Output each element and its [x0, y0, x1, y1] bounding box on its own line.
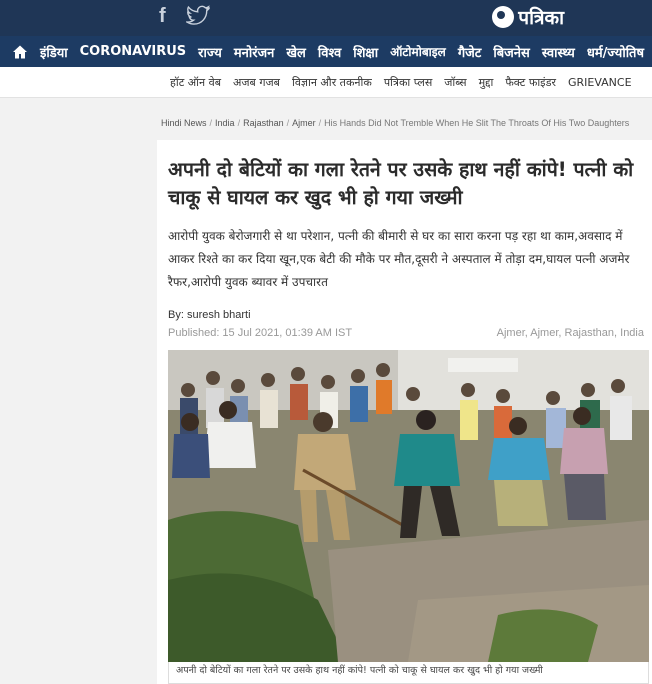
crowd-photo-illustration [168, 350, 649, 662]
patrika-logo[interactable]: पत्रिका [492, 5, 564, 29]
subnav-item-jobs[interactable]: जॉब्स [444, 75, 466, 90]
nav-item-entertainment[interactable]: मनोरंजन [234, 43, 275, 61]
subnav-item-hot-on-web[interactable]: हॉट ऑन वेब [170, 75, 221, 90]
top-bar: f पत्रिका [0, 0, 652, 36]
article-photo [168, 350, 649, 662]
nav-item-business[interactable]: बिजनेस [493, 43, 529, 61]
author-byline[interactable]: By: suresh bharti [168, 309, 251, 321]
nav-item-education[interactable]: शिक्षा [353, 43, 378, 61]
article-title: अपनी दो बेटियों का गला रेतने पर उसके हाथ… [168, 158, 634, 209]
nav-item-states[interactable]: राज्य [198, 43, 222, 61]
main-nav: इंडिया CORONAVIRUS राज्य मनोरंजन खेल विश… [0, 36, 652, 67]
nav-item-india[interactable]: इंडिया [40, 43, 68, 61]
subnav-item-patrika-plus[interactable]: पत्रिका प्लस [384, 75, 432, 90]
logo-mark-icon [492, 6, 515, 28]
article-location: Ajmer, Ajmer, Rajasthan, India [496, 327, 644, 339]
subnav-item-grievance[interactable]: GRIEVANCE [568, 76, 632, 89]
nav-item-religion[interactable]: धर्म/ज्योतिष [587, 43, 644, 61]
nav-item-health[interactable]: स्वास्थ्य [542, 43, 575, 61]
breadcrumb-current: His Hands Did Not Tremble When He Slit T… [324, 118, 630, 128]
subnav-item-science-tech[interactable]: विज्ञान और तकनीक [292, 75, 372, 90]
photo-caption: अपनी दो बेटियों का गला रेतने पर उसके हाथ… [168, 662, 649, 684]
sub-nav: हॉट ऑन वेब अजब गजब विज्ञान और तकनीक पत्र… [0, 67, 652, 98]
published-date: Published: 15 Jul 2021, 01:39 AM IST [168, 327, 353, 339]
nav-item-gadget[interactable]: गैजेट [458, 43, 482, 61]
nav-item-automobile[interactable]: ऑटोमोबाइल [390, 43, 446, 60]
breadcrumb-item-ajmer[interactable]: Ajmer [292, 118, 316, 128]
subnav-item-ajab-gajab[interactable]: अजब गजब [233, 75, 280, 90]
breadcrumb: Hindi News / India / Rajasthan / Ajmer / His Han… [161, 118, 630, 128]
article-summary: आरोपी युवक बेरोजगारी से था परेशान, पत्नी… [168, 229, 630, 289]
subnav-item-mudda[interactable]: मुद्दा [479, 75, 494, 90]
facebook-icon[interactable]: f [159, 5, 173, 27]
nav-item-coronavirus[interactable]: CORONAVIRUS [80, 44, 187, 59]
subnav-item-fact-finder[interactable]: फैक्ट फाइंडर [505, 75, 556, 90]
breadcrumb-item-rajasthan[interactable]: Rajasthan [243, 118, 284, 128]
breadcrumb-item-india[interactable]: India [215, 118, 235, 128]
nav-item-world[interactable]: विश्व [318, 43, 341, 61]
twitter-icon[interactable] [186, 5, 210, 27]
nav-item-sports[interactable]: खेल [286, 43, 305, 61]
article-card: अपनी दो बेटियों का गला रेतने पर उसके हाथ… [157, 140, 652, 684]
home-icon[interactable] [0, 36, 40, 67]
brand-name: पत्रिका [518, 7, 564, 29]
breadcrumb-item-hindi-news[interactable]: Hindi News [161, 118, 207, 128]
